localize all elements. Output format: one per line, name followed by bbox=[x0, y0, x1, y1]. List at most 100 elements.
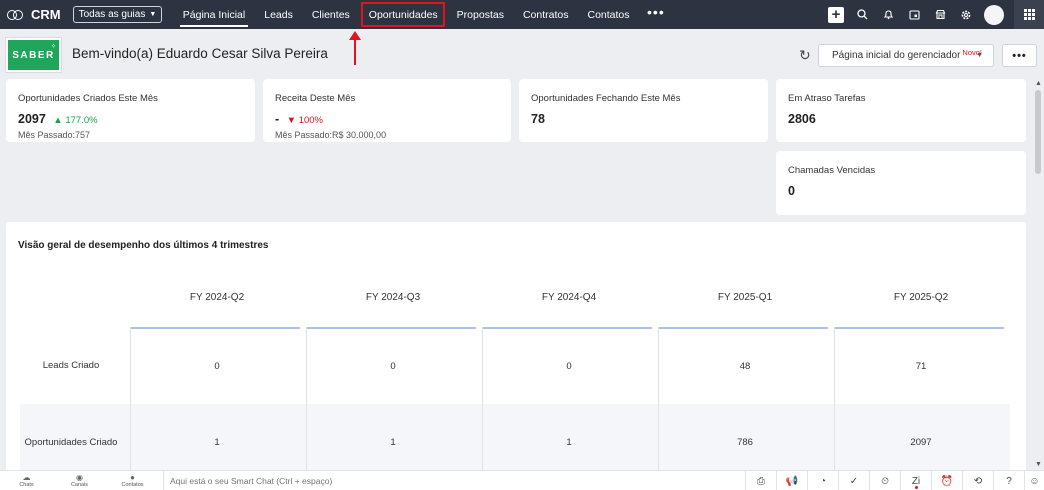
document-search-icon[interactable]: ⎙ bbox=[745, 471, 776, 490]
header-underline bbox=[130, 327, 300, 329]
table-cell[interactable]: 71 bbox=[836, 361, 1006, 372]
kpi-previous-month: Mês Passado:R$ 30.000,00 bbox=[275, 130, 387, 140]
bottom-contacts-label: Contatos bbox=[121, 482, 144, 488]
bottom-chats-label: Chats bbox=[19, 482, 34, 488]
quarter-header: FY 2024-Q3 bbox=[365, 292, 421, 303]
all-tabs-label: Todas as guias bbox=[78, 9, 146, 20]
quarter-header: FY 2025-Q2 bbox=[893, 292, 949, 303]
top-navigation-bar: CRM Todas as guias ▼ Página Inicial Lead… bbox=[0, 0, 1044, 29]
main-tabs: Página Inicial Leads Clientes Oportunida… bbox=[173, 0, 672, 29]
translate-icon[interactable]: Zi bbox=[900, 471, 931, 490]
column-divider bbox=[130, 327, 131, 472]
bottom-channels[interactable]: ◉ Canais bbox=[53, 473, 106, 488]
search-icon[interactable] bbox=[849, 0, 875, 29]
header-underline bbox=[658, 327, 828, 329]
tab-contatos[interactable]: Contatos bbox=[578, 0, 639, 29]
bottom-chats[interactable]: ☁ Chats bbox=[0, 473, 53, 488]
table-cell[interactable]: 1 bbox=[308, 437, 478, 448]
crm-brand[interactable]: CRM bbox=[7, 7, 61, 22]
scroll-down-icon[interactable]: ▼ bbox=[1035, 461, 1042, 468]
kpi-previous-month: Mês Passado:757 bbox=[18, 130, 91, 140]
kpi-title: Receita Deste Mês bbox=[275, 93, 356, 104]
table-cell[interactable]: 786 bbox=[660, 437, 830, 448]
kpi-title: Oportunidades Criados Este Mês bbox=[18, 93, 158, 104]
contacts-icon: ● bbox=[130, 473, 135, 482]
alarm-icon[interactable]: ⏰ bbox=[931, 471, 962, 490]
dashboard-selector[interactable]: Página inicial do gerenciador Novo! ▼ bbox=[818, 44, 994, 67]
column-divider bbox=[834, 327, 835, 472]
kpi-value: 2806 bbox=[788, 112, 816, 126]
table-cell[interactable]: 1 bbox=[132, 437, 302, 448]
bottom-contacts[interactable]: ● Contatos bbox=[106, 473, 159, 488]
kpi-card-opportunities-created[interactable]: Oportunidades Criados Este Mês 2097 ▲ 17… bbox=[6, 79, 255, 142]
tab-leads[interactable]: Leads bbox=[255, 0, 303, 29]
help-icon[interactable]: ? bbox=[993, 471, 1024, 490]
table-cell[interactable]: 0 bbox=[484, 361, 654, 372]
plus-icon[interactable]: + bbox=[828, 6, 844, 23]
channels-icon: ◉ bbox=[76, 473, 83, 482]
smart-chat-input[interactable]: Aqui está o seu Smart Chat (Ctrl + espaç… bbox=[170, 476, 332, 486]
column-divider bbox=[658, 327, 659, 472]
tab-clientes[interactable]: Clientes bbox=[302, 0, 359, 29]
tab-contratos[interactable]: Contratos bbox=[513, 0, 578, 29]
company-logo-mark: SABER ⁘ bbox=[8, 40, 59, 70]
calendar-icon[interactable] bbox=[901, 0, 927, 29]
header-underline bbox=[482, 327, 652, 329]
chart-icon[interactable]: ◔ bbox=[807, 471, 838, 490]
bell-icon[interactable] bbox=[875, 0, 901, 29]
annotation-arrow bbox=[349, 31, 361, 65]
brand-name: CRM bbox=[31, 7, 61, 22]
company-logo-text: SABER bbox=[12, 49, 55, 61]
table-cell[interactable]: 48 bbox=[660, 361, 830, 372]
kpi-value: - bbox=[275, 112, 280, 126]
column-divider bbox=[482, 327, 483, 472]
history-icon[interactable]: ⟲ bbox=[962, 471, 993, 490]
quarter-header: FY 2025-Q1 bbox=[717, 292, 773, 303]
company-logo: SABER ⁘ bbox=[5, 37, 62, 73]
performance-overview-card: Visão geral de desempenho dos últimos 4 … bbox=[6, 222, 1026, 472]
tab-oportunidades[interactable]: Oportunidades bbox=[359, 0, 447, 29]
user-avatar[interactable] bbox=[984, 4, 1004, 25]
more-options-button[interactable]: ••• bbox=[1002, 44, 1037, 67]
refresh-icon[interactable]: ↻ bbox=[799, 47, 811, 64]
megaphone-icon[interactable]: 📢 bbox=[776, 471, 807, 490]
chevron-down-icon: ▼ bbox=[976, 52, 983, 59]
tab-propostas[interactable]: Propostas bbox=[447, 0, 513, 29]
bottom-channels-label: Canais bbox=[70, 482, 89, 488]
bottom-right-tools: ⎙ 📢 ◔ ✓ ⏲ Zi ⏰ ⟲ ? ☺ bbox=[745, 471, 1044, 490]
performance-title: Visão geral de desempenho dos últimos 4 … bbox=[18, 240, 269, 251]
table-cell[interactable]: 0 bbox=[308, 361, 478, 372]
vertical-scrollbar[interactable]: ▲ ▼ bbox=[1033, 78, 1043, 470]
kpi-value: 0 bbox=[788, 184, 795, 198]
scroll-up-icon[interactable]: ▲ bbox=[1035, 80, 1042, 87]
table-cell[interactable]: 0 bbox=[132, 361, 302, 372]
gear-icon[interactable] bbox=[953, 0, 979, 29]
kpi-card-opportunities-closing[interactable]: Oportunidades Fechando Este Mês 78 bbox=[519, 79, 768, 142]
more-tabs-button[interactable]: ••• bbox=[639, 0, 673, 27]
tab-pagina-inicial[interactable]: Página Inicial bbox=[173, 0, 254, 29]
scrollbar-thumb[interactable] bbox=[1035, 90, 1041, 174]
kpi-card-revenue[interactable]: Receita Deste Mês - ▼ 100% Mês Passado:R… bbox=[263, 79, 511, 142]
bottom-bar: ☁ Chats ◉ Canais ● Contatos Aqui está o … bbox=[0, 470, 1044, 490]
chat-icon: ☁ bbox=[22, 473, 31, 482]
row-label-opportunities-created: Oportunidades Criado bbox=[24, 437, 118, 448]
table-cell[interactable]: 2097 bbox=[836, 437, 1006, 448]
kpi-card-overdue-calls[interactable]: Chamadas Vencidas 0 bbox=[776, 151, 1026, 215]
kpi-card-overdue-tasks[interactable]: Em Atraso Tarefas 2806 bbox=[776, 79, 1026, 142]
apps-grid-icon[interactable] bbox=[1014, 0, 1044, 29]
crm-logo-icon bbox=[7, 9, 23, 21]
feedback-icon[interactable]: ☺ bbox=[1024, 471, 1044, 490]
grid-dots bbox=[1023, 9, 1035, 20]
quarter-header: FY 2024-Q2 bbox=[189, 292, 245, 303]
chevron-down-icon: ▼ bbox=[149, 11, 157, 18]
check-circle-icon[interactable]: ✓ bbox=[838, 471, 869, 490]
kpi-change: ▲ 177.0% bbox=[53, 115, 98, 126]
kpi-change: ▼ 100% bbox=[286, 115, 323, 126]
column-divider bbox=[306, 327, 307, 472]
timer-icon[interactable]: ⏲ bbox=[869, 471, 900, 490]
table-cell[interactable]: 1 bbox=[484, 437, 654, 448]
store-icon[interactable] bbox=[927, 0, 953, 29]
kpi-title: Oportunidades Fechando Este Mês bbox=[531, 93, 681, 104]
all-tabs-dropdown[interactable]: Todas as guias ▼ bbox=[72, 6, 163, 23]
kpi-value-wrap: 2097 ▲ 177.0% bbox=[18, 112, 98, 126]
